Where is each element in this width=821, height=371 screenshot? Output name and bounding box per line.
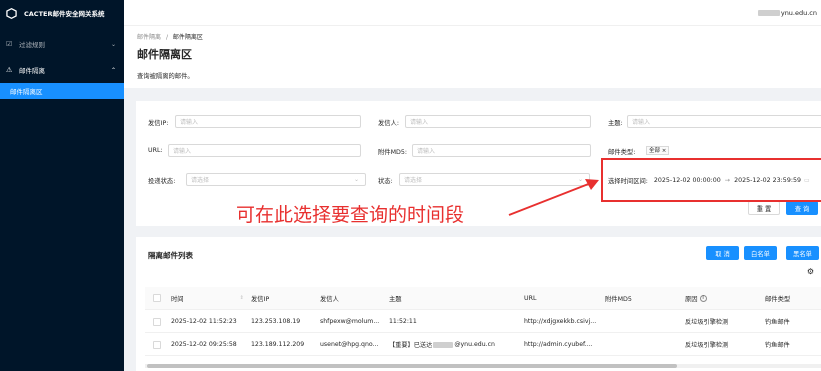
redacted-text	[433, 341, 454, 348]
row-reason: 反垃圾引擎检测	[685, 319, 729, 326]
row-time: 2025-12-02 11:52:23	[171, 318, 237, 325]
close-icon[interactable]: ×	[662, 148, 667, 154]
user-account[interactable]: ynu.edu.cn	[757, 9, 817, 17]
column-header-type: 邮件类型	[765, 295, 791, 303]
sidebar-item-filter-rules[interactable]: ☑ 过滤规则 ⌄	[0, 31, 124, 57]
row-sender: shfpexw@molum...	[320, 318, 380, 325]
mail-type-tag-label: 全部	[649, 148, 661, 154]
sidebar: CACTER邮件安全网关系统 ☑ 过滤规则 ⌄ ⚠ 邮件隔离 ⌃ 邮件隔离区	[0, 0, 124, 371]
column-header-subject: 主题	[389, 295, 402, 303]
delivery-status-select[interactable]: 请选择 ⌄	[186, 173, 366, 186]
sidebar-item-label: 过滤规则	[19, 41, 45, 49]
table-row[interactable]: 2025-12-02 09:25:58 123.189.112.209 usen…	[145, 334, 821, 356]
filter-icon: ☑	[6, 40, 13, 48]
sender-ip-placeholder: 请输入	[180, 119, 199, 126]
list-title: 隔离邮件列表	[148, 251, 193, 260]
sidebar-item-label: 邮件隔离	[19, 67, 45, 75]
page-description: 查询被隔离的邮件。	[137, 73, 194, 80]
reset-button[interactable]: 重 置	[748, 201, 780, 215]
table-header: 时间 ⇕ 发信IP 发信人 主题 URL 附件MD5 原因 i 邮件类型	[145, 287, 821, 310]
row-type: 钓鱼邮件	[765, 342, 790, 349]
row-checkbox[interactable]	[153, 311, 161, 332]
attachment-md5-input[interactable]: 请输入	[412, 144, 591, 157]
column-header-reason: 原因 i	[685, 287, 707, 309]
page-title: 邮件隔离区	[137, 48, 192, 61]
status-label: 状态:	[378, 178, 393, 185]
subject-label: 主题:	[608, 120, 623, 127]
table-row[interactable]: 2025-12-02 11:52:23 123.253.108.19 shfpe…	[145, 311, 821, 333]
attachment-md5-placeholder: 请输入	[417, 148, 436, 155]
annotation-text: 可在此选择要查询的时间段	[236, 204, 465, 226]
row-url: http://xdjgxekkb.csivj...	[524, 318, 597, 325]
chevron-up-icon: ⌃	[110, 66, 116, 74]
scrollbar-thumb[interactable]	[147, 364, 677, 368]
column-header-label: 原因	[685, 295, 698, 303]
chevron-down-icon: ⌄	[110, 40, 116, 48]
row-checkbox[interactable]	[153, 334, 161, 355]
breadcrumb-separator: /	[165, 34, 168, 41]
sidebar-item-mail-quarantine[interactable]: ⚠ 邮件隔离 ⌃	[0, 57, 124, 83]
sidebar-item-quarantine-zone[interactable]: 邮件隔离区	[0, 83, 124, 99]
sender-placeholder: 请输入	[410, 119, 429, 126]
horizontal-scrollbar[interactable]	[145, 364, 821, 368]
sender-label: 发信人:	[378, 120, 400, 127]
column-header-url: URL	[524, 294, 537, 302]
annotation-highlight-box	[601, 158, 821, 202]
sidebar-item-label: 邮件隔离区	[10, 88, 43, 96]
row-time: 2025-12-02 09:25:58	[171, 341, 237, 348]
column-header-md5: 附件MD5	[605, 295, 632, 303]
row-type: 钓鱼邮件	[765, 319, 790, 326]
shield-logo-icon	[6, 7, 17, 19]
chevron-down-icon: ⌄	[353, 176, 359, 183]
sender-ip-input[interactable]: 请输入	[175, 115, 361, 128]
breadcrumb: 邮件隔离 / 邮件隔离区	[137, 32, 203, 41]
row-sender: usenet@hpg.qno...	[320, 341, 379, 348]
attachment-md5-label: 附件MD5:	[378, 149, 408, 156]
sort-icon[interactable]: ⇕	[240, 295, 244, 301]
column-header-label: 时间	[171, 295, 184, 303]
select-all-checkbox[interactable]	[153, 287, 161, 309]
column-header-sender: 发信人	[320, 295, 339, 303]
status-placeholder: 请选择	[404, 177, 423, 184]
page-header: 邮件隔离 / 邮件隔离区 邮件隔离区 查询被隔离的邮件。	[124, 26, 821, 88]
row-subject-suffix: @ynu.edu.cn	[454, 341, 495, 348]
row-subject[interactable]: 【重要】已送达 @ynu.edu.cn	[389, 334, 495, 355]
row-ip: 123.253.108.19	[251, 318, 301, 325]
cancel-button[interactable]: 取 消	[706, 246, 739, 260]
annotation-arrow-icon	[508, 179, 599, 216]
url-placeholder: 请输入	[173, 148, 192, 155]
delivery-status-placeholder: 请选择	[191, 177, 210, 184]
url-input[interactable]: 请输入	[168, 144, 361, 157]
url-label: URL:	[148, 147, 163, 154]
blacklist-button[interactable]: 黑名单	[786, 246, 819, 260]
row-ip: 123.189.112.209	[251, 341, 305, 348]
row-subject[interactable]: 11:52:11	[389, 311, 417, 332]
row-subject-prefix: 【重要】已送达	[389, 342, 433, 349]
user-domain: ynu.edu.cn	[780, 9, 817, 17]
breadcrumb-parent[interactable]: 邮件隔离	[137, 34, 161, 41]
sender-ip-label: 发信IP:	[148, 120, 169, 127]
mail-type-select[interactable]: 全部 ×	[646, 146, 670, 155]
mail-type-label: 邮件类型:	[608, 149, 636, 156]
breadcrumb-current: 邮件隔离区	[172, 34, 203, 41]
subject-placeholder: 请输入	[632, 119, 651, 126]
subject-input[interactable]: 请输入	[627, 115, 821, 128]
column-header-ip: 发信IP	[251, 295, 270, 303]
whitelist-button[interactable]: 白名单	[744, 246, 777, 260]
delivery-status-label: 投递状态:	[148, 178, 176, 185]
warning-icon: ⚠	[6, 66, 13, 74]
quarantine-list-panel: 隔离邮件列表 取 消 白名单 黑名单 ⚙ 时间 ⇕ 发信IP 发信人 主题 UR…	[136, 237, 821, 371]
redacted-username	[757, 10, 780, 16]
brand-name: CACTER邮件安全网关系统	[24, 10, 105, 18]
sender-input[interactable]: 请输入	[405, 115, 591, 128]
query-button[interactable]: 查 询	[786, 201, 818, 215]
row-url: http://admin.cyubef....	[524, 341, 593, 348]
row-reason: 反垃圾引擎检测	[685, 342, 729, 349]
gear-icon[interactable]: ⚙	[807, 267, 814, 276]
mail-type-tag: 全部 ×	[646, 146, 670, 155]
column-header-time[interactable]: 时间 ⇕	[171, 287, 244, 309]
brand: CACTER邮件安全网关系统	[0, 0, 124, 26]
top-bar: ynu.edu.cn	[124, 0, 821, 26]
info-icon[interactable]: i	[699, 294, 707, 302]
